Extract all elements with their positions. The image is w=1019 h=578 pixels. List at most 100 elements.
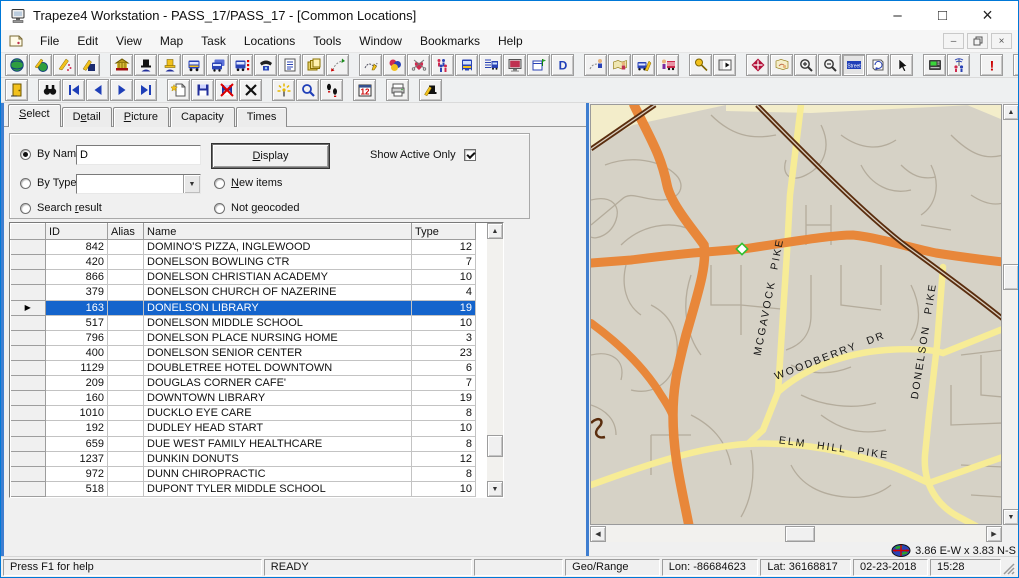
minimize-button[interactable]: – bbox=[875, 2, 920, 30]
mdi-minimize-button[interactable]: – bbox=[943, 33, 964, 49]
menu-edit[interactable]: Edit bbox=[68, 31, 107, 51]
tab-detail[interactable]: Detail bbox=[62, 107, 112, 127]
menu-window[interactable]: Window bbox=[350, 31, 411, 51]
calendar-12-button[interactable]: 12 bbox=[353, 79, 376, 101]
pushpin-button[interactable] bbox=[689, 54, 712, 76]
record-prev-button[interactable] bbox=[86, 79, 109, 101]
menu-file[interactable]: File bbox=[31, 31, 68, 51]
record-first-button[interactable] bbox=[62, 79, 85, 101]
zone-cluster-button[interactable] bbox=[383, 54, 406, 76]
person-route-button[interactable] bbox=[584, 54, 607, 76]
footprints-button[interactable] bbox=[320, 79, 343, 101]
table-row[interactable]: 796DONELSON PLACE NURSING HOME3 bbox=[11, 330, 476, 345]
table-row[interactable]: 209DOUGLAS CORNER CAFE'7 bbox=[11, 376, 476, 391]
record-last-button[interactable] bbox=[134, 79, 157, 101]
menu-tools[interactable]: Tools bbox=[304, 31, 350, 51]
phone-directory-button[interactable] bbox=[254, 54, 277, 76]
column-header-selector[interactable] bbox=[11, 224, 46, 240]
grid-scroll-thumb[interactable] bbox=[487, 435, 503, 457]
help-question-button[interactable]: ? bbox=[1013, 54, 1019, 76]
table-row[interactable]: 659DUE WEST FAMILY HEALTHCARE8 bbox=[11, 436, 476, 451]
cursor-arrow-button[interactable] bbox=[890, 54, 913, 76]
print-button[interactable] bbox=[386, 79, 409, 101]
buses-button[interactable] bbox=[206, 54, 229, 76]
grid-scrollbar[interactable]: ▲ ▼ bbox=[487, 223, 503, 497]
letter-d-button[interactable]: D bbox=[551, 54, 574, 76]
combobox-dropdown-arrow[interactable]: ▼ bbox=[183, 175, 200, 193]
pen-route-button[interactable] bbox=[359, 54, 382, 76]
world-button[interactable] bbox=[5, 54, 28, 76]
edit-points-button[interactable] bbox=[53, 54, 76, 76]
route-arrows-button[interactable] bbox=[326, 54, 349, 76]
show-active-only-checkbox[interactable] bbox=[464, 149, 476, 161]
menu-bookmarks[interactable]: Bookmarks bbox=[411, 31, 489, 51]
column-header-alias[interactable]: Alias bbox=[108, 224, 144, 240]
alert-exclamation-button[interactable]: ! bbox=[980, 54, 1003, 76]
column-header-id[interactable]: ID bbox=[46, 224, 108, 240]
tab-times[interactable]: Times bbox=[236, 107, 288, 127]
map-vscroll-thumb[interactable] bbox=[1003, 264, 1019, 290]
name-search-input[interactable] bbox=[76, 145, 201, 165]
map-hscroll-thumb[interactable] bbox=[785, 526, 815, 542]
new-items-radio[interactable] bbox=[214, 178, 225, 189]
list-doc-button[interactable] bbox=[278, 54, 301, 76]
zoom-in-button[interactable] bbox=[794, 54, 817, 76]
table-row[interactable]: 1129DOUBLETREE HOTEL DOWNTOWN6 bbox=[11, 360, 476, 375]
not-geocoded-radio[interactable] bbox=[214, 203, 225, 214]
map-scroll-left-button[interactable]: ◀ bbox=[590, 526, 606, 542]
panel-play-button[interactable] bbox=[713, 54, 736, 76]
bus-button[interactable] bbox=[182, 54, 205, 76]
menu-task[interactable]: Task bbox=[192, 31, 235, 51]
table-row[interactable]: 1237DUNKIN DONUTS12 bbox=[11, 451, 476, 466]
map-scroll-up-button[interactable]: ▲ bbox=[1003, 104, 1019, 120]
table-row[interactable]: 518DUPONT TYLER MIDDLE SCHOOL10 bbox=[11, 481, 476, 496]
map-scroll-right-button[interactable]: ▶ bbox=[986, 526, 1002, 542]
close-button[interactable]: × bbox=[965, 2, 1010, 30]
edit-area-button[interactable] bbox=[77, 54, 100, 76]
comm-antenna-button[interactable] bbox=[947, 54, 970, 76]
menu-locations[interactable]: Locations bbox=[235, 31, 304, 51]
resize-grip[interactable] bbox=[1003, 559, 1016, 576]
mdi-close-button[interactable]: × bbox=[991, 33, 1012, 49]
map-rotate-button[interactable] bbox=[866, 54, 889, 76]
menu-help[interactable]: Help bbox=[489, 31, 532, 51]
mdt-keypad-button[interactable] bbox=[923, 54, 946, 76]
scroll-down-button[interactable]: ▼ bbox=[487, 481, 503, 497]
menu-view[interactable]: View bbox=[107, 31, 151, 51]
map-view[interactable]: MCGAVOCK PIKEWOODBERRY DRDONELSON PIKEEL… bbox=[590, 104, 1002, 525]
world-edit-button[interactable] bbox=[29, 54, 52, 76]
search-magnifier-button[interactable] bbox=[296, 79, 319, 101]
new-item-button[interactable] bbox=[167, 79, 190, 101]
bank-button[interactable] bbox=[110, 54, 133, 76]
display-button[interactable]: Display bbox=[212, 144, 329, 168]
tab-select[interactable]: Select bbox=[8, 104, 61, 127]
bus-list-button[interactable] bbox=[479, 54, 502, 76]
zoom-out-button[interactable] bbox=[818, 54, 841, 76]
table-row[interactable]: 866DONELSON CHRISTIAN ACADEMY10 bbox=[11, 270, 476, 285]
type-combobox[interactable]: ▼ bbox=[76, 174, 201, 194]
mdi-restore-button[interactable] bbox=[967, 33, 988, 49]
map-scroll-down-button[interactable]: ▼ bbox=[1003, 509, 1019, 525]
person-map-button[interactable] bbox=[608, 54, 631, 76]
find-binoculars-button[interactable] bbox=[38, 79, 61, 101]
hat-edit-button[interactable] bbox=[419, 79, 442, 101]
diamond-compass-button[interactable] bbox=[746, 54, 769, 76]
window-flag-button[interactable] bbox=[527, 54, 550, 76]
table-row[interactable]: 160DOWNTOWN LIBRARY19 bbox=[11, 391, 476, 406]
map-hand-button[interactable] bbox=[770, 54, 793, 76]
person-black-hat-button[interactable] bbox=[134, 54, 157, 76]
tab-picture[interactable]: Picture bbox=[113, 107, 169, 127]
map-horizontal-scrollbar[interactable]: ◀ ▶ bbox=[590, 526, 1002, 542]
map-vertical-scrollbar[interactable]: ▲ ▼ bbox=[1003, 104, 1019, 525]
table-row[interactable]: 192DUDLEY HEAD START10 bbox=[11, 421, 476, 436]
column-header-name[interactable]: Name bbox=[144, 224, 412, 240]
scroll-up-button[interactable]: ▲ bbox=[487, 223, 503, 239]
table-row[interactable]: 972DUNN CHIROPRACTIC8 bbox=[11, 466, 476, 481]
by-type-radio[interactable] bbox=[20, 178, 31, 189]
bus-front-button[interactable] bbox=[455, 54, 478, 76]
maximize-button[interactable]: □ bbox=[920, 2, 965, 30]
person-yellow-hat-button[interactable] bbox=[158, 54, 181, 76]
search-result-radio[interactable] bbox=[20, 203, 31, 214]
save-delete-button[interactable] bbox=[215, 79, 238, 101]
exit-door-button[interactable] bbox=[5, 79, 28, 101]
